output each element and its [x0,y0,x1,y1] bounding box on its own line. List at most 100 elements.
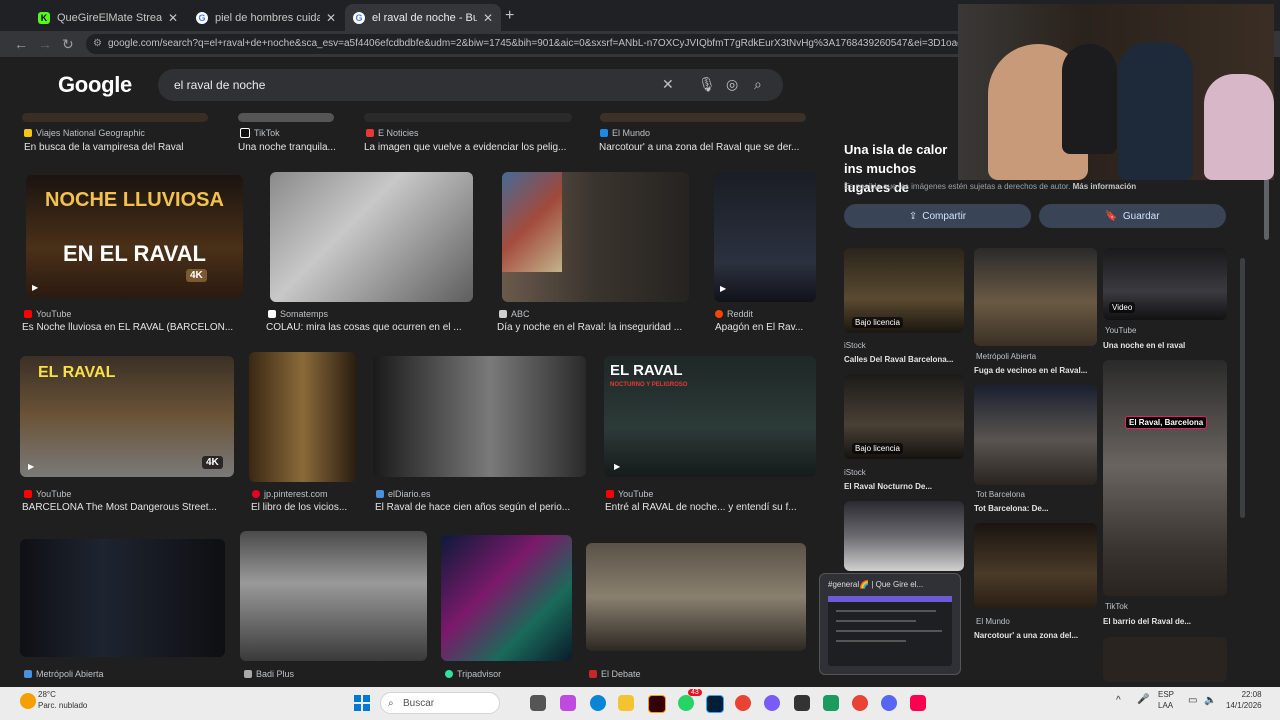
related-source[interactable]: El Mundo [976,617,1010,626]
close-icon[interactable]: ✕ [326,11,336,25]
related-caption[interactable]: Narcotour' a una zona del... [974,631,1098,640]
search-input[interactable]: el raval de noche [174,78,265,92]
result-image[interactable]: ▶ [714,172,816,302]
related-image[interactable] [844,501,964,571]
related-caption[interactable]: Tot Barcelona: De... [974,504,1098,513]
url-field[interactable]: ⚙ google.com/search?q=el+raval+de+noche&… [86,34,966,54]
related-caption[interactable]: El barrio del Raval de... [1103,617,1227,626]
tiktok-icon[interactable] [910,695,926,711]
result-image[interactable] [441,535,572,661]
related-source[interactable]: Metrópoli Abierta [976,352,1036,361]
result-source[interactable]: elDiario.es [376,489,431,499]
result-source[interactable]: Tripadvisor [445,669,501,679]
save-button[interactable]: 🔖 Guardar [1039,204,1226,228]
related-image[interactable] [974,385,1097,485]
related-image[interactable] [974,523,1097,608]
forward-icon[interactable]: → [38,36,52,52]
result-image[interactable] [249,352,356,482]
result-image[interactable]: NOCHE LLUVIOSA EN EL RAVAL 4K ▶ [26,175,243,298]
illustrator-icon[interactable] [648,695,666,713]
result-image[interactable] [20,539,225,657]
related-source[interactable]: YouTube [1105,326,1136,335]
result-caption[interactable]: Una noche tranquila... [238,142,348,153]
panel-scrollbar[interactable] [1240,258,1245,518]
related-image[interactable]: El Raval, Barcelona [1103,360,1227,596]
result-image[interactable] [22,113,208,122]
close-icon[interactable]: ✕ [168,11,178,25]
result-source[interactable]: El Debate [589,669,641,679]
search-icon[interactable]: ⌕ [754,76,762,93]
result-image[interactable] [586,543,806,651]
result-source[interactable]: ABC [499,309,530,319]
share-button[interactable]: ⇪ Compartir [844,204,1031,228]
result-source[interactable]: TikTok [240,128,280,138]
result-caption[interactable]: Entré al RAVAL de noche... y entendí su … [605,502,815,513]
result-source[interactable]: YouTube [24,489,71,499]
google-logo[interactable]: Google [58,72,132,98]
volume-icon[interactable]: 🔈 [1204,695,1216,706]
whatsapp-icon[interactable] [678,695,694,711]
result-source[interactable]: E Noticies [366,128,419,138]
related-image[interactable]: Video [1103,248,1227,320]
result-caption[interactable]: El Raval de hace cien años según el peri… [375,502,587,513]
more-info-link[interactable]: Más información [1073,182,1137,191]
related-source[interactable]: iStock [844,468,866,477]
discord-notification[interactable]: #general🌈 | Que Gire el... [819,573,961,675]
result-source[interactable]: YouTube [606,489,653,499]
new-tab-button[interactable]: + [505,7,514,25]
excel-icon[interactable] [823,695,839,711]
photoshop-icon[interactable] [706,695,724,713]
copilot-icon[interactable] [560,695,576,711]
related-image[interactable]: Bajo licencia [844,248,964,333]
result-caption[interactable]: BARCELONA The Most Dangerous Street... [22,502,234,513]
obs-icon[interactable] [764,695,780,711]
result-caption[interactable]: Apagón en El Rav... [715,322,815,333]
file-explorer-icon[interactable] [618,695,634,711]
lens-icon[interactable]: ◎ [726,76,738,93]
discord-icon[interactable] [881,695,897,711]
result-source[interactable]: jp.pinterest.com [252,489,328,499]
result-source[interactable]: Reddit [715,309,753,319]
result-source[interactable]: Viajes National Geographic [24,128,145,138]
edge-icon[interactable] [590,695,606,711]
related-source[interactable]: TikTok [1105,602,1128,611]
weather-widget[interactable]: 28°C Parc. nublado [38,689,87,711]
clear-icon[interactable]: ✕ [662,76,674,93]
windows-start-icon[interactable] [354,695,370,711]
result-image[interactable] [364,113,572,122]
microphone-icon[interactable]: 🎙 [698,76,716,93]
system-clock[interactable]: 22:08 14/1/2026 [1226,689,1262,711]
result-source[interactable]: Metrópoli Abierta [24,669,104,679]
weather-icon[interactable] [20,693,36,709]
tab-raval[interactable]: G el raval de noche - Buscar con ✕ [345,4,501,31]
tray-expand-icon[interactable]: ^ [1116,695,1121,706]
result-image[interactable] [240,531,427,661]
result-caption[interactable]: La imagen que vuelve a evidenciar los pe… [364,142,579,153]
result-caption[interactable]: Narcotour' a una zona del Raval que se d… [599,142,811,153]
result-image[interactable] [373,356,586,477]
chrome-active-icon[interactable] [852,695,868,711]
result-caption[interactable]: COLAU: mira las cosas que ocurren en el … [266,322,476,333]
chrome-icon[interactable] [735,695,751,711]
close-icon[interactable]: ✕ [483,11,493,25]
related-image[interactable] [974,248,1097,346]
related-source[interactable]: Tot Barcelona [976,490,1025,499]
back-icon[interactable]: ← [14,36,28,52]
site-info-icon[interactable]: ⚙ [93,34,102,54]
task-view-icon[interactable] [530,695,546,711]
related-caption[interactable]: Fuga de vecinos en el Raval... [974,366,1098,375]
result-source[interactable]: El Mundo [600,128,650,138]
related-caption[interactable]: El Raval Nocturno De... [844,482,968,491]
related-caption[interactable]: Calles Del Raval Barcelona... [844,355,968,364]
result-image[interactable]: EL RAVAL NOCTURNO Y PELIGROSO ▶ [604,356,816,477]
result-caption[interactable]: En busca de la vampiresa del Raval [24,142,214,153]
result-image[interactable] [270,172,473,302]
app-icon[interactable] [794,695,810,711]
result-caption[interactable]: Día y noche en el Raval: la inseguridad … [497,322,695,333]
reload-icon[interactable]: ↻ [62,36,74,53]
related-image[interactable] [1103,637,1227,682]
language-indicator[interactable]: ESP LAA [1158,689,1174,711]
taskbar-search[interactable]: ⌕ Buscar [380,692,500,714]
result-caption[interactable]: El libro de los vicios... [251,502,361,513]
result-caption[interactable]: Es Noche lluviosa en EL RAVAL (BARCELON.… [22,322,244,333]
